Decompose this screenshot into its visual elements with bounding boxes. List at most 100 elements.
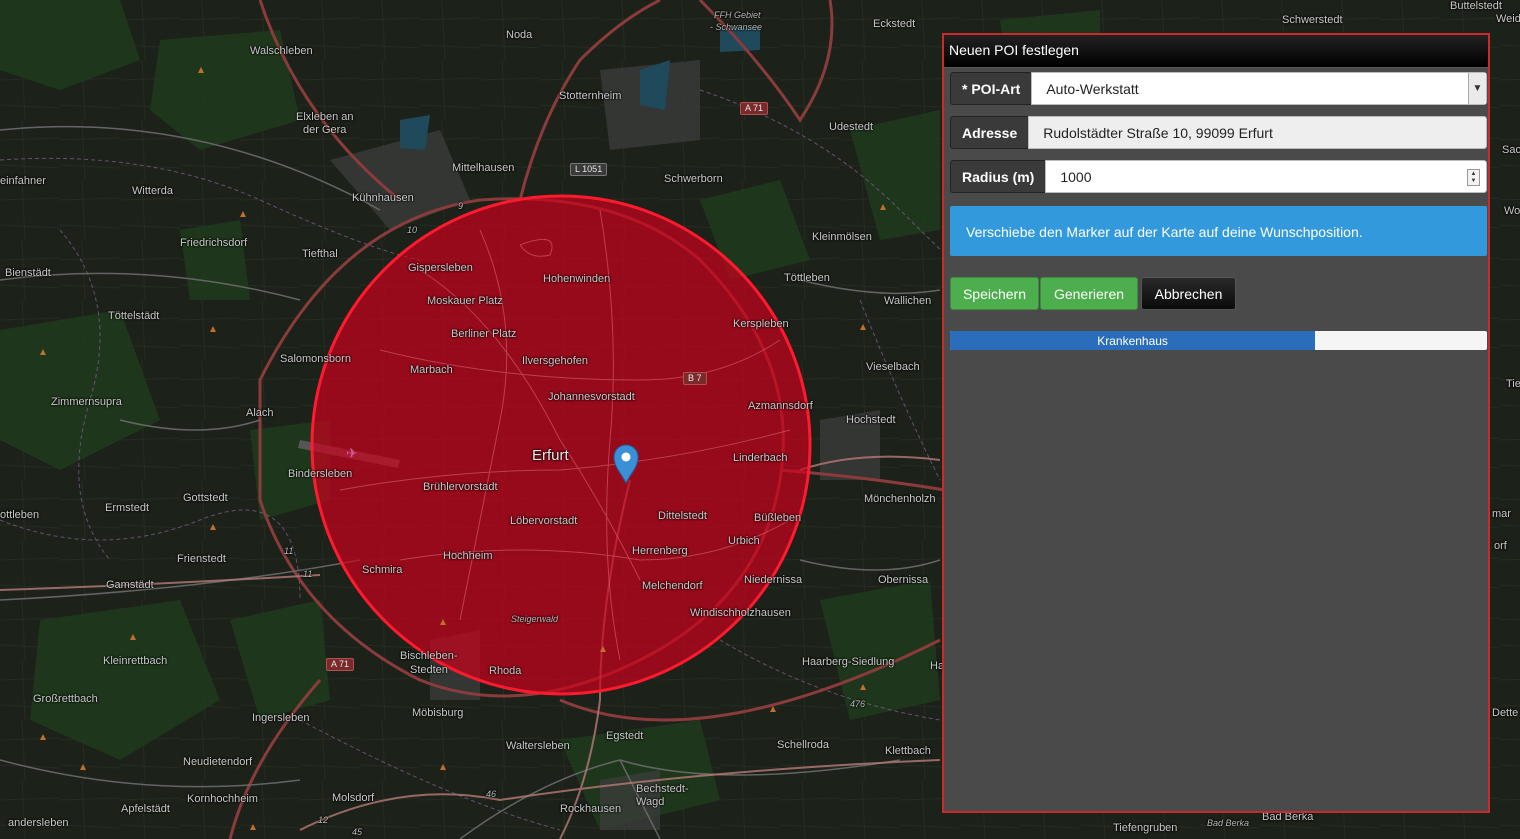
place-label: Neudietendorf (183, 756, 253, 768)
place-label: Stedten (410, 664, 448, 676)
place-label: Herrenberg (632, 545, 688, 557)
place-label: Gottstedt (183, 492, 228, 504)
road-number: 46 (486, 789, 497, 799)
radius-circle (310, 194, 812, 696)
place-label: Hohenwinden (543, 273, 611, 285)
place-label: Linderbach (733, 452, 788, 464)
poi-type-select[interactable]: Auto-Werkstatt ▼ (1031, 72, 1487, 105)
place-label: Ilversgehofen (522, 355, 589, 367)
place-label: Hochstedt (846, 414, 896, 426)
place-label: Rockhausen (560, 803, 622, 815)
place-label: Steigerwald (511, 614, 559, 624)
place-label: Egstedt (606, 730, 644, 742)
place-label: Kühnhausen (352, 192, 414, 204)
place-label: Tie (1506, 378, 1520, 390)
road-number: 10 (407, 225, 418, 235)
place-label: Berliner Platz (451, 328, 517, 340)
radius-row: Radius (m) 1000 ▲ ▼ (950, 160, 1487, 193)
place-label: Witterda (132, 185, 173, 197)
place-label: Löbervorstadt (510, 515, 578, 527)
place-label: Wagd (636, 796, 665, 808)
place-label: Melchendorf (642, 580, 703, 592)
road-number: 476 (850, 699, 866, 709)
place-label: Mittelhausen (452, 162, 515, 174)
new-poi-panel: Neuen POI festlegen * POI-Art Auto-Werks… (942, 33, 1490, 813)
progress-bar: Krankenhaus (950, 331, 1487, 350)
place-label: andersleben (8, 817, 69, 829)
place-label: Azmannsdorf (748, 400, 813, 412)
place-label: Walschleben (250, 45, 313, 57)
place-label: Schmira (362, 564, 403, 576)
place-label: Johannesvorstadt (548, 391, 635, 403)
place-label: Frienstedt (177, 553, 226, 565)
address-field[interactable]: Rudolstädter Straße 10, 99099 Erfurt (1028, 116, 1487, 149)
generate-button[interactable]: Generieren (1040, 277, 1138, 310)
place-label: Gispersleben (408, 262, 473, 274)
place-label: Töttleben (784, 272, 830, 284)
place-label: Bienstädt (5, 267, 51, 279)
place-label: Töttelstädt (108, 310, 160, 322)
place-label: Dette (1492, 707, 1519, 719)
place-label: Vieselbach (866, 361, 920, 373)
radius-label: Radius (m) (950, 160, 1046, 193)
place-label: Buttelstedt (1450, 0, 1502, 12)
place-label: Wallichen (884, 295, 932, 307)
place-label: Noda (506, 29, 533, 41)
place-label: - Schwansee (710, 22, 763, 32)
road-number: 11 (303, 569, 313, 579)
radius-input[interactable]: 1000 ▲ ▼ (1045, 160, 1487, 193)
place-label: Schwerstedt (1282, 14, 1343, 26)
number-stepper-icon[interactable]: ▲ ▼ (1467, 169, 1480, 186)
poi-type-label: * POI-Art (950, 72, 1032, 105)
place-label: Dittelstedt (658, 510, 707, 522)
place-label: Kleinrettbach (103, 655, 168, 667)
road-shield: L 1051 (570, 163, 608, 176)
place-label: Bindersleben (288, 468, 353, 480)
place-label: Ingersleben (252, 712, 310, 724)
place-label: Niedernissa (744, 574, 803, 586)
radius-value: 1000 (1060, 168, 1092, 185)
address-row: Adresse Rudolstädter Straße 10, 99099 Er… (950, 116, 1487, 149)
road-shield: B 7 (683, 372, 707, 385)
place-label: Windischholzhausen (690, 607, 791, 619)
cancel-button[interactable]: Abbrechen (1141, 277, 1236, 310)
place-label: orf (1494, 540, 1507, 552)
place-label: Klettbach (885, 745, 931, 757)
place-label: Apfelstädt (121, 803, 170, 815)
place-label: Tiefthal (302, 248, 338, 260)
place-label: Mönchenholzh (864, 493, 936, 505)
place-label: Molsdorf (332, 792, 375, 804)
place-label: Udestedt (829, 121, 874, 133)
chevron-down-icon[interactable]: ▼ (1468, 73, 1486, 104)
place-label: Kleinmölsen (812, 231, 872, 243)
location-marker-icon[interactable] (612, 443, 640, 485)
place-label: Stotternheim (559, 90, 622, 102)
place-label: Zimmernsupra (51, 396, 122, 408)
road-number: 11 (284, 546, 294, 556)
place-label: Schellroda (777, 739, 829, 751)
place-label: Sac (1502, 144, 1520, 156)
place-label: Büßleben (754, 512, 802, 524)
place-label: Hochheim (443, 550, 493, 562)
address-label: Adresse (950, 116, 1029, 149)
place-label: Brühlervorstadt (423, 481, 498, 493)
place-label: Weid (1496, 13, 1520, 25)
place-label: Großrettbach (33, 693, 98, 705)
place-label: Möbisburg (412, 707, 464, 719)
save-button[interactable]: Speichern (950, 277, 1039, 310)
road-shield: A 71 (326, 658, 355, 671)
road-number: 12 (318, 815, 329, 825)
place-label: Bischleben- (400, 650, 458, 662)
place-label: Marbach (410, 364, 453, 376)
place-label: Rhoda (489, 665, 522, 677)
road-number: 45 (352, 827, 363, 837)
road-shield: A 71 (740, 102, 769, 115)
place-label: einfahner (0, 175, 46, 187)
place-label: Urbich (728, 535, 760, 547)
place-label: Bechstedt- (636, 783, 689, 795)
place-label: Eckstedt (873, 18, 916, 30)
place-label: Waltersleben (506, 740, 570, 752)
place-label: ottleben (0, 509, 40, 521)
road-number: 9 (458, 201, 464, 211)
place-label: Moskauer Platz (427, 295, 503, 307)
